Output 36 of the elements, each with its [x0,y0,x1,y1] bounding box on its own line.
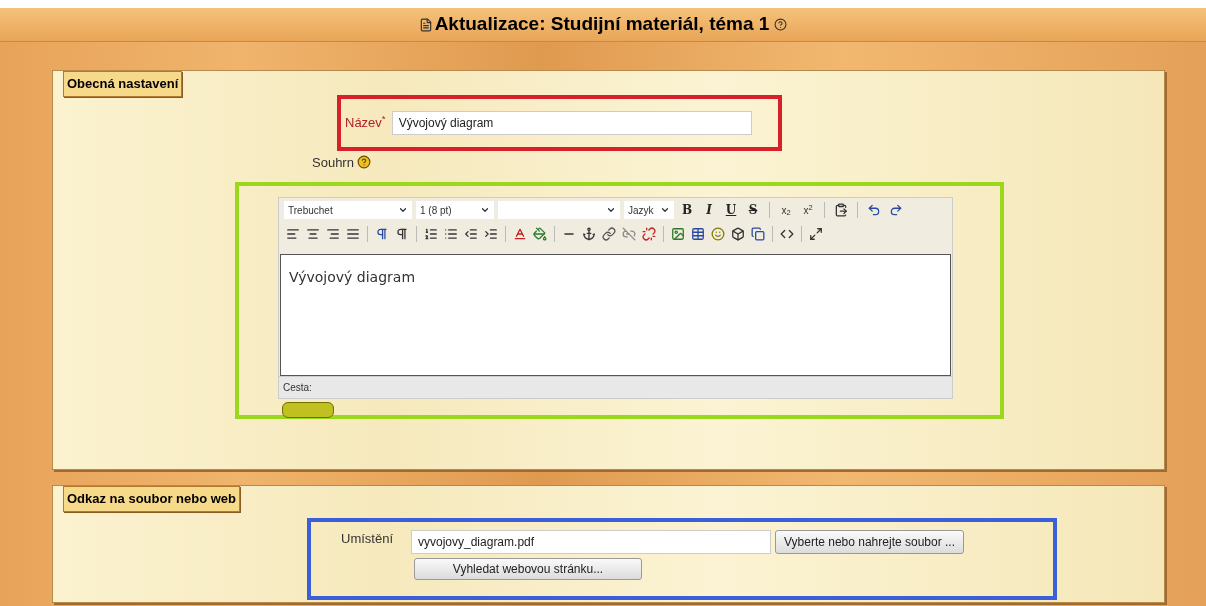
section-legend: Obecná nastavení [63,71,183,97]
font-select[interactable]: Trebuchet [284,201,412,219]
document-icon [418,17,433,32]
unlink-icon[interactable] [640,225,658,243]
language-select[interactable]: Jazyk [624,201,674,219]
fill-color-icon[interactable] [531,225,549,243]
path-bar: Cesta: [279,376,952,398]
script-button[interactable]: x$^{2}$ [799,201,817,219]
format-button[interactable]: S [744,201,762,219]
editor-content[interactable]: Vývojový diagram [280,254,951,376]
smiley-icon[interactable] [709,225,727,243]
size-select[interactable]: 1 (8 pt) [416,201,494,219]
unlink-icon[interactable] [620,225,638,243]
anchor-icon[interactable] [580,225,598,243]
format-button[interactable]: U [722,201,740,219]
format-button[interactable]: I [700,201,718,219]
script-button[interactable]: x$_{2}$ [777,201,795,219]
location-input[interactable]: vyvojovy_diagram.pdf [411,529,771,554]
copy-icon[interactable] [749,225,767,243]
page-title: Aktualizace: Studijní materiál, téma 1 [434,12,770,37]
fullscreen-icon[interactable] [807,225,825,243]
toggle-button[interactable] [282,402,334,418]
name-input[interactable]: Vývojový diagram [391,110,752,135]
field-label: Souhrn [312,153,354,172]
field-label: Název$^{*}$ [345,112,386,132]
cube-icon[interactable] [729,225,747,243]
search-page-button[interactable]: Vyhledat webovou stránku... [414,557,642,580]
table-icon[interactable] [689,225,707,243]
help-icon[interactable] [774,18,788,31]
upload-button[interactable]: Vyberte nebo nahrejte soubor ... [775,529,964,554]
section-legend: Odkaz na soubor nebo web [63,486,241,512]
link-icon[interactable] [600,225,618,243]
help-icon[interactable] [356,155,371,170]
image-icon[interactable] [669,225,687,243]
field-label: Umístění [341,529,394,548]
format-button[interactable]: B [678,201,696,219]
